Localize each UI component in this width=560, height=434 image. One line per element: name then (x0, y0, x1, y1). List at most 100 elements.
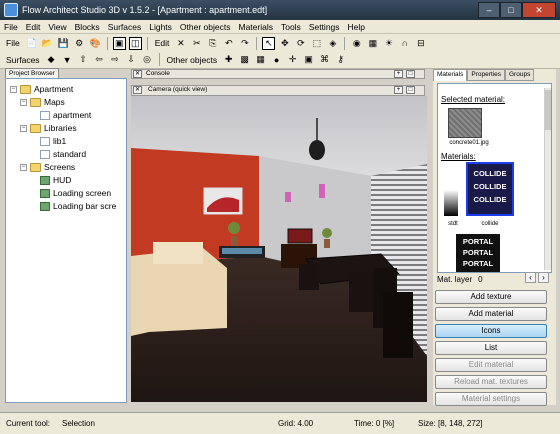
tab-properties[interactable]: Properties (467, 69, 505, 81)
object-box-icon[interactable]: ▣ (302, 53, 315, 66)
tree-item-library[interactable]: lib1 (40, 136, 66, 146)
layer-prev-icon[interactable]: ‹ (525, 272, 536, 283)
icons-view-button[interactable]: Icons (435, 324, 547, 338)
menu-view[interactable]: View (44, 22, 70, 32)
console-panel-header[interactable]: Console (131, 69, 425, 79)
object-key-icon[interactable]: ⚷ (334, 53, 347, 66)
save-icon[interactable]: 💾 (57, 37, 70, 50)
tree-item-maps[interactable]: − Maps (20, 97, 65, 107)
menu-help[interactable]: Help (344, 22, 369, 32)
camera-viewport[interactable] (131, 96, 427, 402)
edit-material-button[interactable]: Edit material (435, 358, 547, 372)
screen-icon (40, 188, 50, 198)
layer-next-icon[interactable]: › (538, 272, 549, 283)
camera-panel-header[interactable]: Camera (quick view) (131, 85, 425, 96)
map-file-icon (40, 110, 50, 120)
object-grid-icon[interactable]: ▦ (254, 53, 267, 66)
lock-icon[interactable]: ⊟ (414, 37, 427, 50)
collapse-icon[interactable]: − (10, 85, 17, 93)
new-file-icon[interactable]: 📄 (25, 37, 38, 50)
tree-item-library[interactable]: standard (40, 149, 86, 159)
tree-item-screen[interactable]: HUD (40, 175, 71, 185)
view-split-icon[interactable]: ◫ (128, 36, 142, 50)
object-pin-icon[interactable]: ✚ (222, 53, 235, 66)
undo-icon[interactable]: ↶ (222, 37, 235, 50)
camera-restore-icon[interactable]: □ (406, 86, 415, 94)
tab-groups[interactable]: Groups (505, 69, 535, 81)
gizmo-icon[interactable]: ◈ (326, 37, 339, 50)
material-settings-button[interactable]: Material settings (435, 392, 547, 406)
surface-center-icon[interactable]: ◎ (141, 53, 154, 66)
tree-item-screens[interactable]: − Screens (20, 162, 75, 172)
surface-up-icon[interactable]: ⇧ (77, 53, 90, 66)
list-view-button[interactable]: List (435, 341, 547, 355)
object-sphere-icon[interactable]: ● (270, 53, 283, 66)
menu-other-objects[interactable]: Other objects (176, 22, 235, 32)
material-thumb-collide[interactable]: COLLIDE COLLIDE COLLIDE (466, 162, 514, 216)
move-icon[interactable]: ✥ (278, 37, 291, 50)
delete-icon[interactable]: ✕ (174, 37, 187, 50)
camera-icon[interactable]: ◉ (350, 37, 363, 50)
maximize-button[interactable]: □ (500, 2, 522, 18)
library-icon (40, 149, 50, 159)
menu-file[interactable]: File (0, 22, 22, 32)
material-scrollbar[interactable] (544, 88, 551, 270)
console-add-icon[interactable]: + (394, 70, 403, 78)
redo-icon[interactable]: ↷ (238, 37, 251, 50)
object-target-icon[interactable]: ✛ (286, 53, 299, 66)
cut-icon[interactable]: ✂ (190, 37, 203, 50)
light-icon[interactable]: ☀ (382, 37, 395, 50)
material-name: stdt (448, 221, 458, 227)
grid-icon[interactable]: ▦ (366, 37, 379, 50)
settings-icon[interactable]: ⚙ (73, 37, 86, 50)
scale-icon[interactable]: ⬚ (310, 37, 323, 50)
tree-item-map[interactable]: apartment (40, 110, 91, 120)
console-close-icon[interactable]: ✕ (133, 70, 142, 78)
camera-close-icon[interactable]: ✕ (133, 86, 142, 94)
select-arrow-icon[interactable]: ↖ (262, 36, 276, 50)
close-button[interactable]: ✕ (522, 2, 556, 18)
material-thumb-stdt[interactable] (444, 190, 458, 216)
selected-material-thumbnail[interactable] (448, 108, 482, 138)
add-texture-button[interactable]: Add texture (435, 290, 547, 304)
menu-blocks[interactable]: Blocks (71, 22, 104, 32)
thumb-text: PORTAL (462, 259, 494, 268)
console-restore-icon[interactable]: □ (406, 70, 415, 78)
light-marker (285, 192, 291, 202)
menu-lights[interactable]: Lights (145, 22, 176, 32)
minimize-button[interactable]: – (478, 2, 500, 18)
tab-materials[interactable]: Materials (433, 69, 468, 81)
tree-item-screen[interactable]: Loading screen (40, 188, 111, 198)
collapse-icon[interactable]: − (20, 163, 27, 171)
surface-left-icon[interactable]: ⇦ (93, 53, 106, 66)
scene-render (131, 96, 427, 402)
rotate-icon[interactable]: ⟳ (294, 37, 307, 50)
add-material-button[interactable]: Add material (435, 307, 547, 321)
menu-edit[interactable]: Edit (22, 22, 45, 32)
collapse-icon[interactable]: − (20, 98, 27, 106)
view-toggle-icon[interactable]: ▣ (112, 36, 126, 50)
camera-add-icon[interactable]: + (394, 86, 403, 94)
surface-down-icon[interactable]: ⇩ (125, 53, 138, 66)
magnet-icon[interactable]: ∩ (398, 37, 411, 50)
grid-status: Grid: 4.00 (278, 419, 314, 428)
surface-right-icon[interactable]: ⇨ (109, 53, 122, 66)
tree-item-screen[interactable]: Loading bar scre (40, 201, 116, 211)
collapse-icon[interactable]: − (20, 124, 27, 132)
tree-item-apartment[interactable]: − Apartment (10, 84, 73, 94)
surface-fill-icon[interactable]: ▼ (61, 53, 74, 66)
reload-textures-button[interactable]: Reload mat. textures (435, 375, 547, 389)
surface-paint-icon[interactable]: ◆ (45, 53, 58, 66)
material-thumb-portal[interactable]: PORTAL PORTAL PORTAL (456, 234, 500, 272)
object-script-icon[interactable]: ⌘ (318, 53, 331, 66)
tree-item-libraries[interactable]: − Libraries (20, 123, 77, 133)
menu-settings[interactable]: Settings (305, 22, 344, 32)
menu-tools[interactable]: Tools (277, 22, 305, 32)
menu-surfaces[interactable]: Surfaces (104, 22, 146, 32)
open-folder-icon[interactable]: 📂 (41, 37, 54, 50)
copy-icon[interactable]: ⎘ (206, 37, 219, 50)
menu-materials[interactable]: Materials (234, 22, 276, 32)
scrollbar-thumb[interactable] (545, 90, 551, 130)
object-checker-icon[interactable]: ▩ (238, 53, 251, 66)
palette-icon[interactable]: 🎨 (89, 37, 102, 50)
